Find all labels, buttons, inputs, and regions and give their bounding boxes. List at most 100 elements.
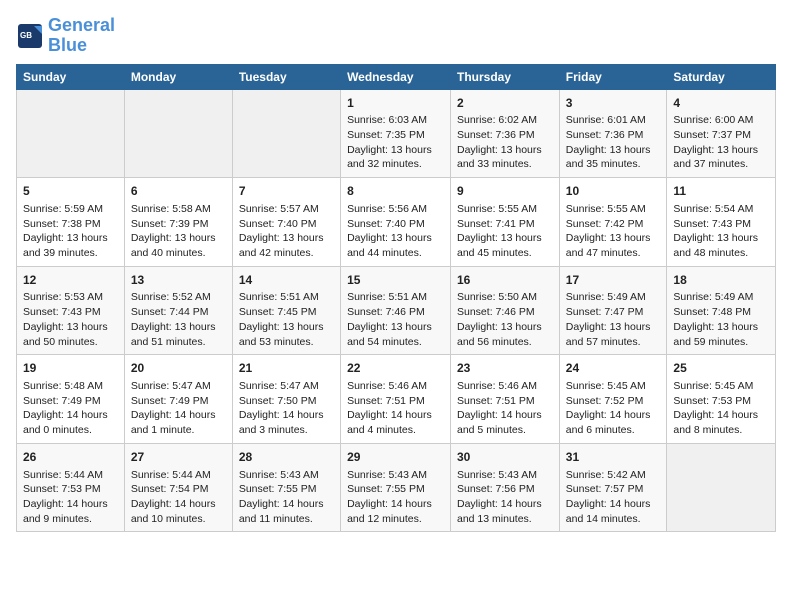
page-header: GB GeneralBlue bbox=[16, 16, 776, 56]
calendar-cell: 30Sunrise: 5:43 AMSunset: 7:56 PMDayligh… bbox=[451, 443, 560, 532]
day-info: Daylight: 14 hours bbox=[347, 408, 444, 423]
day-info: Sunrise: 5:55 AM bbox=[457, 202, 553, 217]
day-info: and 42 minutes. bbox=[239, 246, 334, 261]
svg-text:GB: GB bbox=[20, 31, 32, 40]
day-number: 8 bbox=[347, 183, 444, 200]
calendar-cell: 6Sunrise: 5:58 AMSunset: 7:39 PMDaylight… bbox=[124, 178, 232, 267]
day-info: Daylight: 13 hours bbox=[347, 143, 444, 158]
day-info: Sunrise: 5:47 AM bbox=[239, 379, 334, 394]
day-info: and 0 minutes. bbox=[23, 423, 118, 438]
calendar-week-4: 19Sunrise: 5:48 AMSunset: 7:49 PMDayligh… bbox=[17, 355, 776, 444]
calendar-cell: 16Sunrise: 5:50 AMSunset: 7:46 PMDayligh… bbox=[451, 266, 560, 355]
day-number: 12 bbox=[23, 272, 118, 289]
day-info: Sunset: 7:55 PM bbox=[239, 482, 334, 497]
day-info: Sunrise: 5:44 AM bbox=[23, 468, 118, 483]
column-header-sunday: Sunday bbox=[17, 64, 125, 89]
day-info: and 6 minutes. bbox=[566, 423, 661, 438]
day-info: Daylight: 13 hours bbox=[131, 231, 226, 246]
day-info: Sunset: 7:49 PM bbox=[131, 394, 226, 409]
day-info: Sunset: 7:53 PM bbox=[23, 482, 118, 497]
day-number: 18 bbox=[673, 272, 769, 289]
day-info: Sunrise: 5:44 AM bbox=[131, 468, 226, 483]
calendar-cell bbox=[124, 89, 232, 178]
day-info: Sunset: 7:46 PM bbox=[457, 305, 553, 320]
day-number: 20 bbox=[131, 360, 226, 377]
calendar-cell: 3Sunrise: 6:01 AMSunset: 7:36 PMDaylight… bbox=[559, 89, 667, 178]
day-info: and 11 minutes. bbox=[239, 512, 334, 527]
day-info: Sunrise: 5:46 AM bbox=[347, 379, 444, 394]
calendar-cell: 20Sunrise: 5:47 AMSunset: 7:49 PMDayligh… bbox=[124, 355, 232, 444]
day-info: Daylight: 14 hours bbox=[566, 408, 661, 423]
day-info: Sunrise: 5:56 AM bbox=[347, 202, 444, 217]
day-info: Sunset: 7:51 PM bbox=[457, 394, 553, 409]
day-info: and 51 minutes. bbox=[131, 335, 226, 350]
day-info: Daylight: 13 hours bbox=[239, 320, 334, 335]
calendar-cell: 26Sunrise: 5:44 AMSunset: 7:53 PMDayligh… bbox=[17, 443, 125, 532]
day-number: 11 bbox=[673, 183, 769, 200]
day-info: Sunset: 7:38 PM bbox=[23, 217, 118, 232]
day-info: Sunset: 7:54 PM bbox=[131, 482, 226, 497]
calendar-cell: 19Sunrise: 5:48 AMSunset: 7:49 PMDayligh… bbox=[17, 355, 125, 444]
day-number: 6 bbox=[131, 183, 226, 200]
day-info: and 32 minutes. bbox=[347, 157, 444, 172]
day-info: Daylight: 13 hours bbox=[23, 320, 118, 335]
day-info: Sunset: 7:52 PM bbox=[566, 394, 661, 409]
day-info: Sunset: 7:40 PM bbox=[239, 217, 334, 232]
calendar-cell: 8Sunrise: 5:56 AMSunset: 7:40 PMDaylight… bbox=[341, 178, 451, 267]
day-info: Sunrise: 5:49 AM bbox=[566, 290, 661, 305]
calendar-cell: 13Sunrise: 5:52 AMSunset: 7:44 PMDayligh… bbox=[124, 266, 232, 355]
day-number: 5 bbox=[23, 183, 118, 200]
day-info: and 12 minutes. bbox=[347, 512, 444, 527]
calendar-cell: 9Sunrise: 5:55 AMSunset: 7:41 PMDaylight… bbox=[451, 178, 560, 267]
day-info: Sunset: 7:43 PM bbox=[23, 305, 118, 320]
day-info: Sunrise: 5:43 AM bbox=[347, 468, 444, 483]
day-info: and 5 minutes. bbox=[457, 423, 553, 438]
calendar-cell: 2Sunrise: 6:02 AMSunset: 7:36 PMDaylight… bbox=[451, 89, 560, 178]
day-info: Sunrise: 5:52 AM bbox=[131, 290, 226, 305]
day-info: Sunset: 7:48 PM bbox=[673, 305, 769, 320]
day-number: 22 bbox=[347, 360, 444, 377]
day-info: Sunset: 7:56 PM bbox=[457, 482, 553, 497]
calendar-cell bbox=[232, 89, 340, 178]
day-number: 1 bbox=[347, 95, 444, 112]
day-info: and 39 minutes. bbox=[23, 246, 118, 261]
day-number: 25 bbox=[673, 360, 769, 377]
day-info: Daylight: 14 hours bbox=[457, 408, 553, 423]
column-header-saturday: Saturday bbox=[667, 64, 776, 89]
day-number: 30 bbox=[457, 449, 553, 466]
day-info: Daylight: 13 hours bbox=[131, 320, 226, 335]
day-info: and 4 minutes. bbox=[347, 423, 444, 438]
day-number: 13 bbox=[131, 272, 226, 289]
calendar-cell: 5Sunrise: 5:59 AMSunset: 7:38 PMDaylight… bbox=[17, 178, 125, 267]
day-number: 23 bbox=[457, 360, 553, 377]
day-info: Daylight: 13 hours bbox=[347, 231, 444, 246]
day-info: Sunset: 7:47 PM bbox=[566, 305, 661, 320]
day-number: 27 bbox=[131, 449, 226, 466]
day-info: Sunrise: 5:55 AM bbox=[566, 202, 661, 217]
day-info: Daylight: 13 hours bbox=[347, 320, 444, 335]
day-info: Sunrise: 5:54 AM bbox=[673, 202, 769, 217]
day-info: and 44 minutes. bbox=[347, 246, 444, 261]
day-number: 31 bbox=[566, 449, 661, 466]
day-info: Sunrise: 5:43 AM bbox=[239, 468, 334, 483]
day-info: Sunset: 7:50 PM bbox=[239, 394, 334, 409]
day-info: and 59 minutes. bbox=[673, 335, 769, 350]
day-info: Sunrise: 5:45 AM bbox=[673, 379, 769, 394]
day-number: 21 bbox=[239, 360, 334, 377]
day-info: and 45 minutes. bbox=[457, 246, 553, 261]
day-info: Daylight: 13 hours bbox=[239, 231, 334, 246]
calendar-header-row: SundayMondayTuesdayWednesdayThursdayFrid… bbox=[17, 64, 776, 89]
logo: GB GeneralBlue bbox=[16, 16, 115, 56]
day-info: Sunset: 7:35 PM bbox=[347, 128, 444, 143]
calendar-cell bbox=[667, 443, 776, 532]
calendar-cell: 4Sunrise: 6:00 AMSunset: 7:37 PMDaylight… bbox=[667, 89, 776, 178]
day-info: Sunset: 7:42 PM bbox=[566, 217, 661, 232]
calendar-cell: 11Sunrise: 5:54 AMSunset: 7:43 PMDayligh… bbox=[667, 178, 776, 267]
day-info: Daylight: 13 hours bbox=[566, 231, 661, 246]
calendar-cell: 14Sunrise: 5:51 AMSunset: 7:45 PMDayligh… bbox=[232, 266, 340, 355]
day-number: 4 bbox=[673, 95, 769, 112]
day-info: Daylight: 13 hours bbox=[566, 143, 661, 158]
logo-icon: GB bbox=[16, 22, 44, 50]
day-info: Sunset: 7:51 PM bbox=[347, 394, 444, 409]
day-info: Daylight: 14 hours bbox=[23, 497, 118, 512]
